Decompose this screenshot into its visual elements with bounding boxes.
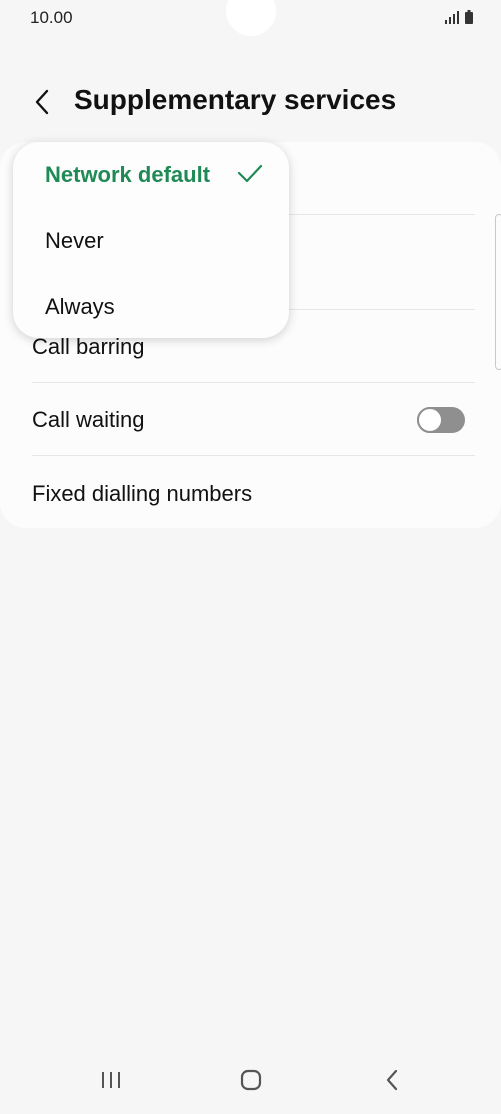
check-icon bbox=[237, 164, 263, 183]
menu-item-label: Never bbox=[45, 228, 104, 253]
settings-row-call-waiting[interactable]: Call waiting bbox=[32, 383, 475, 456]
header: Supplementary services bbox=[0, 76, 501, 128]
recents-icon bbox=[102, 1072, 120, 1088]
signal-icon bbox=[445, 11, 459, 24]
menu-item-never[interactable]: Never bbox=[45, 216, 265, 266]
home-icon bbox=[240, 1069, 262, 1091]
settings-row-label: Fixed dialling numbers bbox=[32, 480, 253, 506]
page-title: Supplementary services bbox=[74, 84, 397, 115]
status-time: 10.00 bbox=[30, 8, 73, 27]
nav-back-button[interactable] bbox=[374, 1066, 410, 1094]
menu-item-always[interactable]: Always bbox=[45, 282, 265, 332]
settings-row-fixed-dialling[interactable]: Fixed dialling numbers bbox=[32, 457, 475, 530]
status-icons bbox=[445, 10, 473, 24]
menu-item-label: Always bbox=[45, 294, 115, 319]
menu-item-network-default[interactable]: Network default bbox=[45, 150, 265, 200]
chevron-left-icon bbox=[35, 89, 49, 115]
camera-notch bbox=[226, 0, 276, 36]
toggle-knob bbox=[417, 407, 443, 433]
navigation-bar bbox=[0, 1054, 501, 1114]
back-button[interactable] bbox=[26, 82, 58, 122]
home-button[interactable] bbox=[233, 1066, 269, 1094]
battery-icon bbox=[465, 10, 473, 24]
scroll-indicator[interactable] bbox=[495, 214, 501, 370]
status-bar: 10.00 bbox=[0, 0, 501, 36]
call-waiting-toggle[interactable] bbox=[417, 407, 465, 433]
back-icon bbox=[386, 1069, 398, 1091]
menu-item-label: Network default bbox=[45, 162, 211, 187]
divider bbox=[32, 455, 475, 456]
settings-row-label: Call waiting bbox=[32, 406, 145, 432]
recents-button[interactable] bbox=[93, 1066, 129, 1094]
popup-menu: Network default Never Always bbox=[13, 142, 289, 338]
